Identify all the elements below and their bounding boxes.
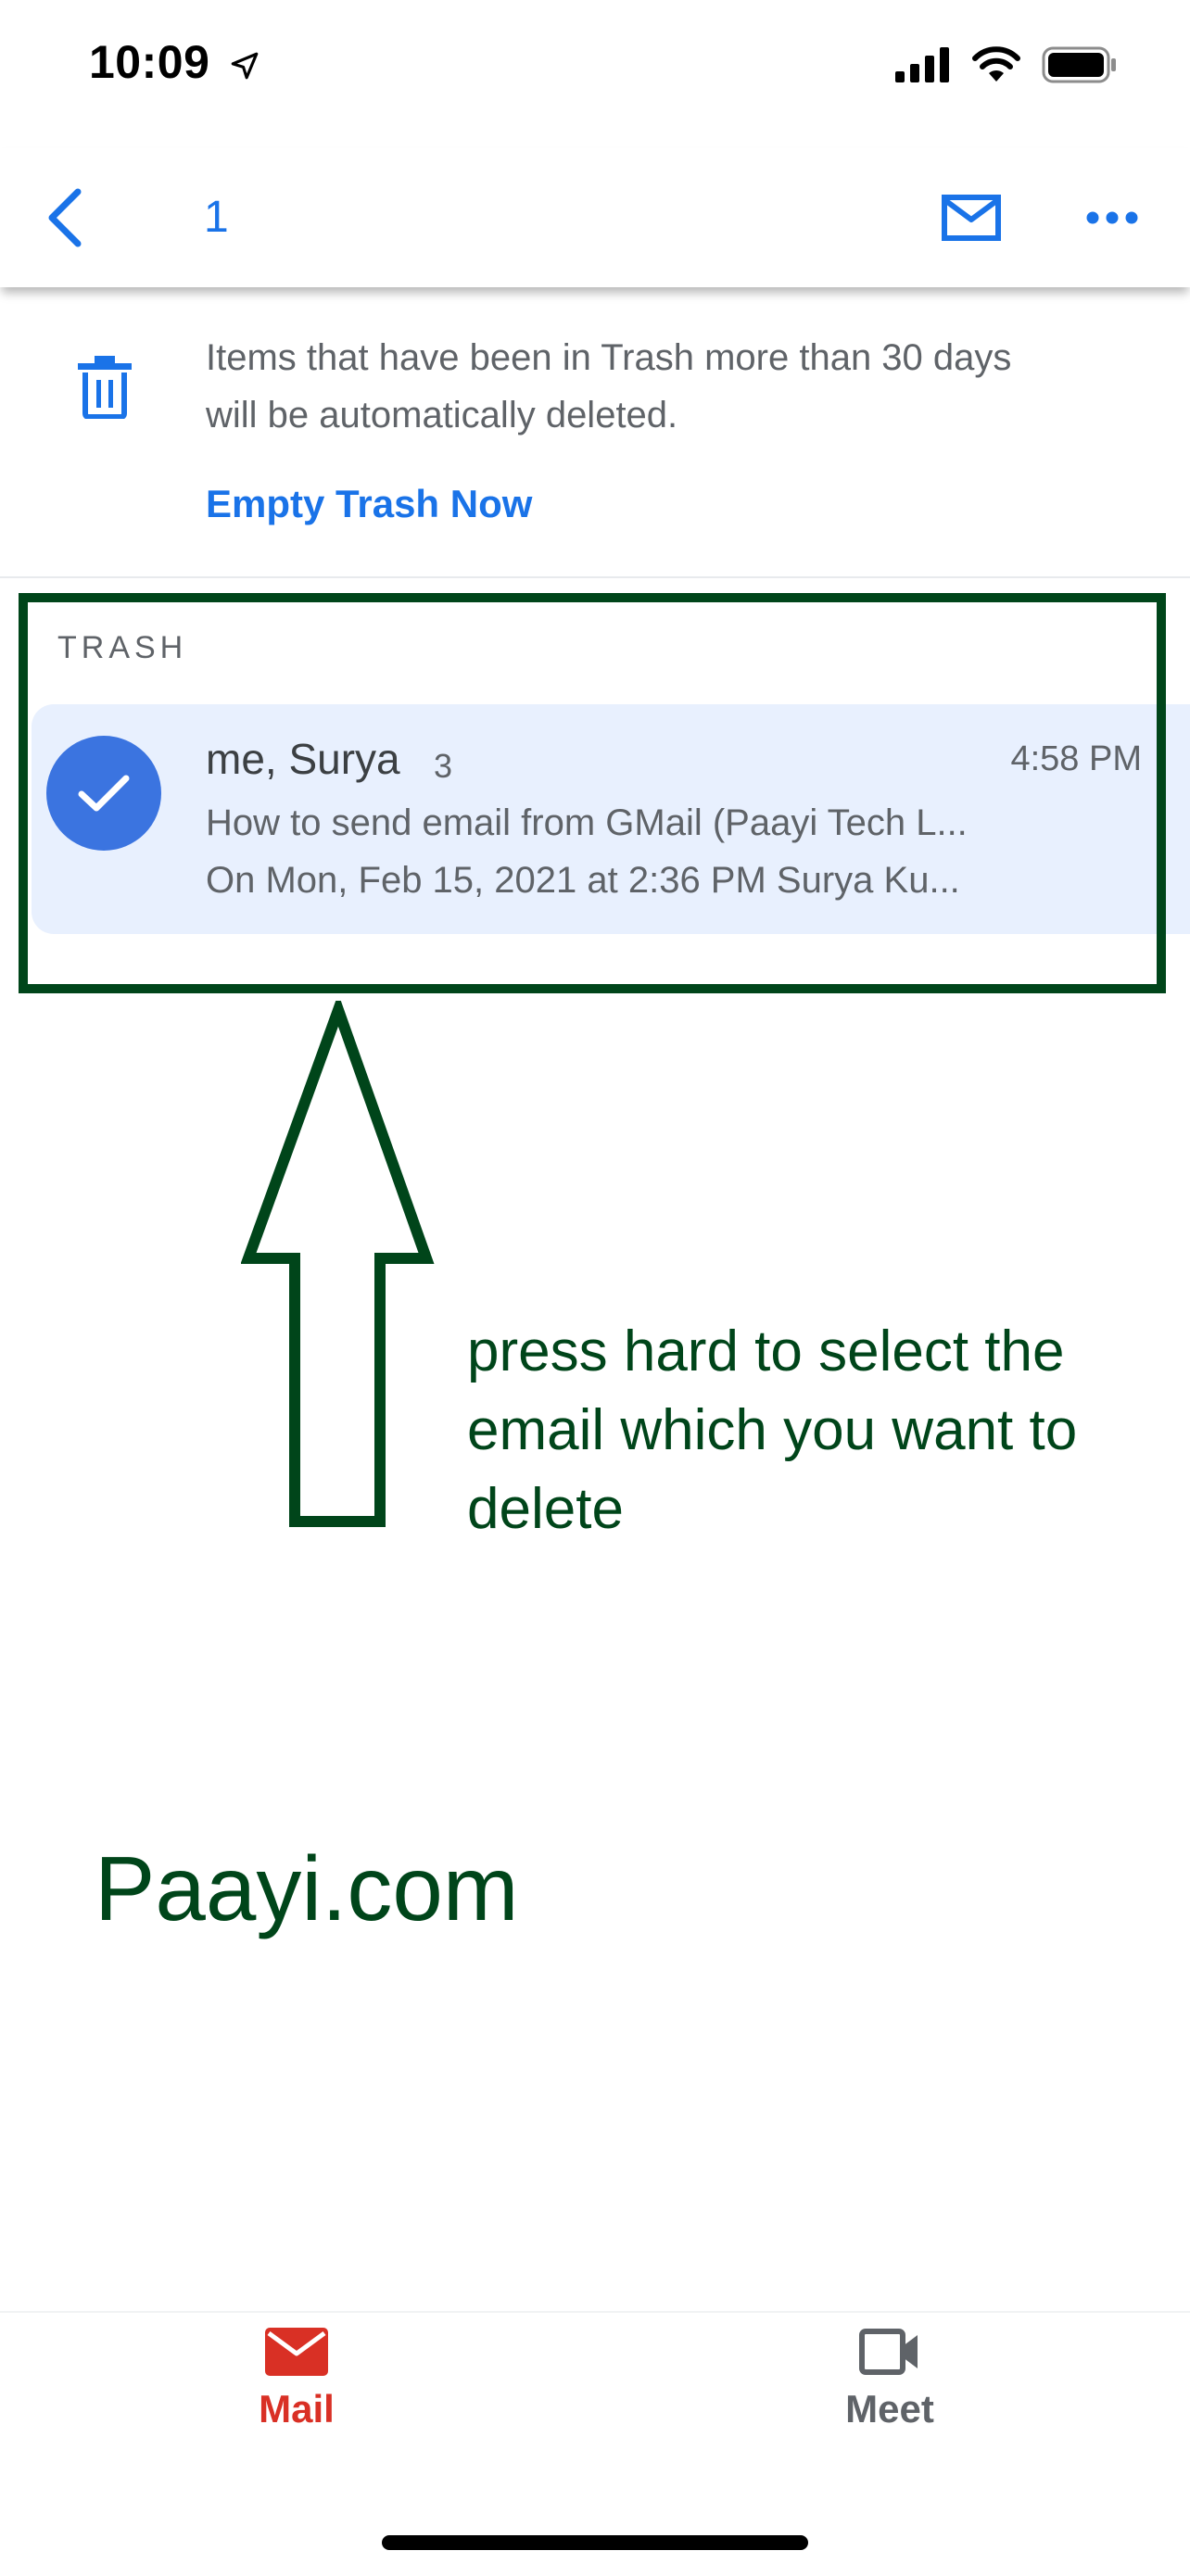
trash-icon [74,354,135,420]
watermark: Paayi.com [95,1837,519,1939]
video-camera-icon [859,2329,918,2375]
nav-tab-meet[interactable]: Meet [816,2328,964,2431]
status-time-text: 10:09 [89,36,210,88]
nav-tab-mail[interactable]: Mail [222,2328,371,2431]
status-indicators [895,46,1118,83]
empty-trash-now-button[interactable]: Empty Trash Now [206,482,532,526]
back-button[interactable] [35,176,95,259]
toolbar: 1 [0,148,1190,287]
selected-count: 1 [204,193,229,242]
annotation-line1: press hard to select the [467,1320,1065,1383]
wifi-icon [972,46,1020,82]
nav-tab-meet-label: Meet [845,2387,934,2431]
nav-tab-mail-label: Mail [259,2387,335,2431]
signal-icon [895,47,949,82]
location-arrow-icon [231,52,259,80]
mail-tab-icon [265,2328,328,2376]
annotation-text: press hard to select the email which you… [467,1312,1171,1548]
more-icon [1086,211,1138,224]
trash-notice-line1: Items that have been in Trash more than … [206,337,1012,378]
mail-icon [942,195,1001,241]
battery-icon [1042,46,1116,83]
annotation-highlight-box [19,593,1166,993]
more-options-button[interactable] [1075,181,1149,255]
annotation-arrow [241,1001,435,1527]
annotation-line3: delete [467,1477,624,1541]
home-indicator [382,2535,808,2550]
annotation-line2: email which you want to [467,1398,1078,1462]
divider [0,576,1190,578]
trash-notice-line2: will be automatically deleted. [206,395,678,436]
mark-unread-button[interactable] [936,181,1006,255]
back-chevron-icon [48,188,82,247]
trash-notice: Items that have been in Trash more than … [206,329,1133,444]
status-time: 10:09 [89,35,260,89]
